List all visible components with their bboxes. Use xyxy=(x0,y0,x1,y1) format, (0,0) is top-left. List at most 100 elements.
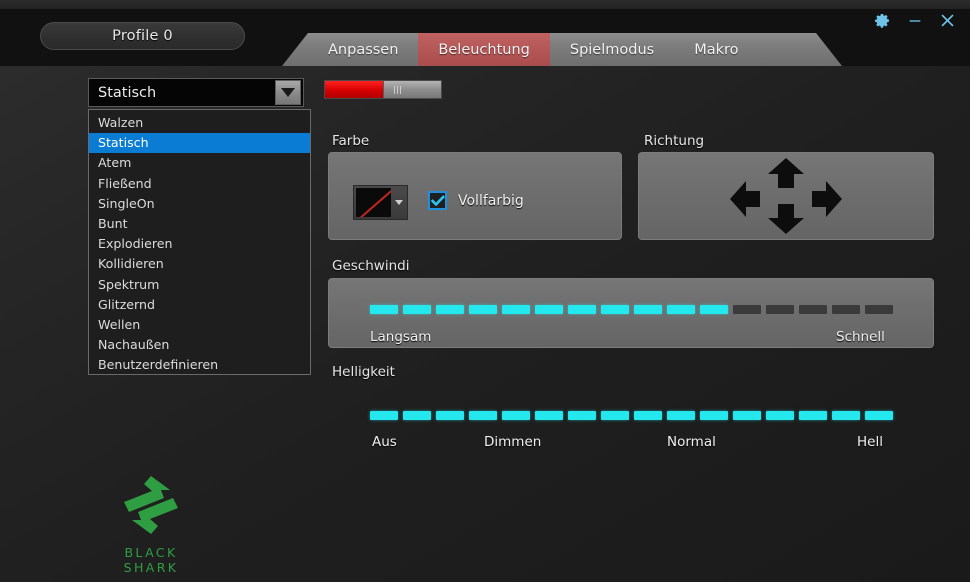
tab-makro[interactable]: Makro xyxy=(674,33,758,66)
tab-label: Makro xyxy=(694,41,739,58)
dropdown-option[interactable]: Explodieren xyxy=(89,234,310,254)
tab-list: Anpassen Beleuchtung Spielmodus Makro xyxy=(282,33,842,66)
tab-label: Spielmodus xyxy=(569,41,655,58)
brightness-segment[interactable] xyxy=(601,411,629,420)
preview-slider[interactable] xyxy=(324,80,442,99)
up-arrow-icon[interactable] xyxy=(768,158,804,188)
color-panel: Vollfarbig xyxy=(328,152,622,240)
dropdown-option[interactable]: Bunt xyxy=(89,214,310,234)
app-window: Profile 0 Anpassen Beleuchtung Spielmodus M… xyxy=(0,0,970,582)
brightness-segment[interactable] xyxy=(667,411,695,420)
effect-select[interactable]: Statisch xyxy=(88,78,304,107)
fullcolor-checkbox[interactable] xyxy=(428,191,447,210)
speed-segment[interactable] xyxy=(601,305,629,314)
profile-button-label: Profile 0 xyxy=(112,28,173,44)
brightness-segment[interactable] xyxy=(799,411,827,420)
preview-slider-thumb[interactable] xyxy=(382,81,441,98)
direction-pad xyxy=(730,158,842,234)
brightness-segment[interactable] xyxy=(535,411,563,420)
speed-segment[interactable] xyxy=(832,305,860,314)
brightness-segment[interactable] xyxy=(370,411,398,420)
tab-spielmodus[interactable]: Spielmodus xyxy=(550,33,674,66)
speed-segment[interactable] xyxy=(436,305,464,314)
black-shark-logo-icon xyxy=(124,476,178,534)
dropdown-option[interactable]: Glitzernd xyxy=(89,295,310,315)
speed-segment[interactable] xyxy=(700,305,728,314)
brightness-label-aus: Aus xyxy=(372,434,397,450)
dropdown-option[interactable]: Atem xyxy=(89,153,310,173)
dropdown-option[interactable]: Kollidieren xyxy=(89,254,310,274)
dropdown-option[interactable]: Walzen xyxy=(89,113,310,133)
speed-segment[interactable] xyxy=(568,305,596,314)
preview-slider-fill xyxy=(325,81,383,98)
speed-segment[interactable] xyxy=(799,305,827,314)
dropdown-option[interactable]: Fließend xyxy=(89,174,310,194)
brightness-label-normal: Normal xyxy=(667,434,716,450)
down-arrow-icon[interactable] xyxy=(768,204,804,234)
speed-segment[interactable] xyxy=(766,305,794,314)
dropdown-option[interactable]: Statisch xyxy=(89,133,310,154)
brightness-segment[interactable] xyxy=(766,411,794,420)
dropdown-option[interactable]: Wellen xyxy=(89,315,310,335)
speed-slider[interactable] xyxy=(370,305,893,314)
no-color-swatch xyxy=(356,188,391,217)
brightness-segment[interactable] xyxy=(469,411,497,420)
speed-segment[interactable] xyxy=(667,305,695,314)
left-arrow-icon[interactable] xyxy=(730,181,760,217)
tab-bar: Anpassen Beleuchtung Spielmodus Makro xyxy=(282,33,842,66)
brightness-segment[interactable] xyxy=(700,411,728,420)
brightness-segment[interactable] xyxy=(634,411,662,420)
dropdown-option[interactable]: Benutzerdefinieren xyxy=(89,355,310,374)
speed-max-label: Schnell xyxy=(836,329,885,345)
speed-segment[interactable] xyxy=(502,305,530,314)
fullcolor-checkbox-row[interactable]: Vollfarbig xyxy=(428,191,524,210)
tab-anpassen[interactable]: Anpassen xyxy=(308,33,418,66)
tab-beleuchtung[interactable]: Beleuchtung xyxy=(418,33,550,66)
close-icon[interactable] xyxy=(939,12,956,29)
color-swatch-button[interactable] xyxy=(353,185,408,220)
brightness-segment[interactable] xyxy=(403,411,431,420)
minimize-icon[interactable] xyxy=(907,13,923,29)
dropdown-option[interactable]: Nachaußen xyxy=(89,335,310,355)
tab-label: Anpassen xyxy=(328,41,399,58)
brightness-segment[interactable] xyxy=(832,411,860,420)
chevron-down-icon[interactable] xyxy=(275,80,301,105)
speed-segment[interactable] xyxy=(634,305,662,314)
speed-segment[interactable] xyxy=(865,305,893,314)
grip-icon xyxy=(393,85,401,94)
brightness-label-dimmen: Dimmen xyxy=(484,434,542,450)
speed-segment[interactable] xyxy=(535,305,563,314)
swatch-chevron-down-icon[interactable] xyxy=(391,186,407,219)
dropdown-option[interactable]: SingleOn xyxy=(89,194,310,214)
brightness-segment[interactable] xyxy=(733,411,761,420)
brightness-label-hell: Hell xyxy=(857,434,883,450)
brightness-slider[interactable] xyxy=(370,411,893,420)
brightness-segment[interactable] xyxy=(865,411,893,420)
brightness-segment[interactable] xyxy=(436,411,464,420)
effect-select-value: Statisch xyxy=(98,84,157,101)
direction-panel xyxy=(638,152,934,240)
window-controls xyxy=(874,12,956,29)
brightness-segment[interactable] xyxy=(568,411,596,420)
speed-min-label: Langsam xyxy=(370,329,432,345)
profile-button[interactable]: Profile 0 xyxy=(40,22,245,50)
speed-segment[interactable] xyxy=(403,305,431,314)
brightness-segment[interactable] xyxy=(502,411,530,420)
title-bar: Profile 0 Anpassen Beleuchtung Spielmodus M… xyxy=(0,0,970,66)
gear-icon[interactable] xyxy=(874,12,891,29)
speed-segment[interactable] xyxy=(370,305,398,314)
speed-section-title: Geschwindi xyxy=(332,258,410,274)
color-section-title: Farbe xyxy=(332,133,370,149)
brand-logo-text: BLACK SHARK xyxy=(123,545,179,575)
brand-logo: BLACK SHARK xyxy=(96,472,206,575)
speed-segment[interactable] xyxy=(469,305,497,314)
speed-segment[interactable] xyxy=(733,305,761,314)
direction-section-title: Richtung xyxy=(644,133,705,149)
tab-label: Beleuchtung xyxy=(438,41,530,58)
brightness-section-title: Helligkeit xyxy=(332,364,395,380)
right-arrow-icon[interactable] xyxy=(812,181,842,217)
effect-select-dropdown[interactable]: Walzen Statisch Atem Fließend SingleOn Bunt Ex… xyxy=(88,109,311,375)
dropdown-option[interactable]: Spektrum xyxy=(89,275,310,295)
window-top-strip xyxy=(0,0,970,9)
fullcolor-label: Vollfarbig xyxy=(458,192,524,209)
